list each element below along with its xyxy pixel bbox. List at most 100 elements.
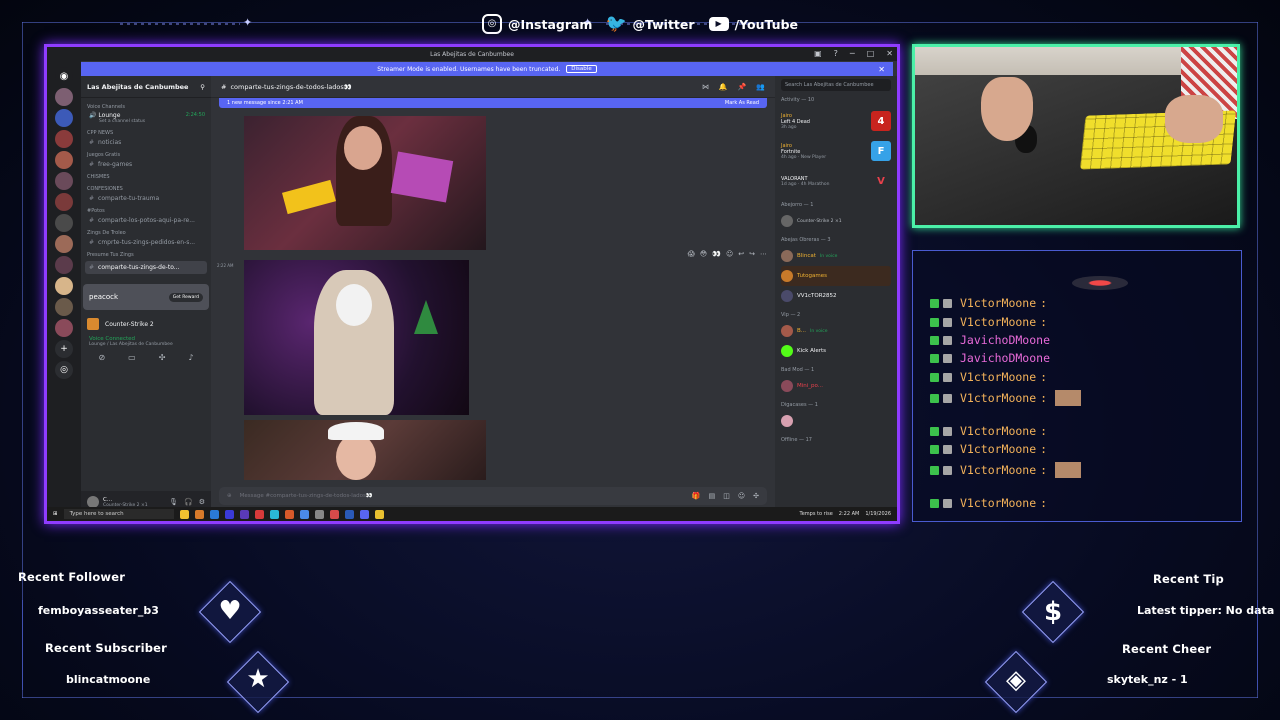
chat-username[interactable]: V1ctorMoone [960, 463, 1036, 477]
youtube-link[interactable]: ▶ /YouTube [708, 17, 798, 32]
twitter-link[interactable]: 🐦 @Twitter [606, 14, 695, 34]
channel-trauma[interactable]: # comparte-tu-trauma [81, 192, 211, 202]
gift-icon[interactable]: 🎁 [692, 492, 701, 500]
new-message-bar[interactable]: 1 new message since 2:21 AM Mark As Read [219, 98, 767, 108]
member-item[interactable] [781, 411, 891, 431]
windows-start-icon[interactable]: ⊞ [53, 511, 58, 517]
weather-text[interactable]: Temps to rise [800, 511, 833, 517]
members-icon[interactable]: 👥 [756, 83, 765, 91]
activity-card[interactable]: Jairo Fortnite 4h ago · New Player F [781, 136, 891, 166]
reaction-icon[interactable]: 😱 [688, 250, 695, 258]
chat-username[interactable]: V1ctorMoone [960, 315, 1036, 329]
forward-icon[interactable]: ↪ [749, 250, 755, 258]
sticker-icon[interactable]: ◫ [723, 492, 730, 500]
server-icon[interactable] [55, 256, 73, 274]
category-label[interactable]: #Potos [81, 202, 211, 214]
minimize-icon[interactable]: ─ [850, 49, 855, 58]
reaction-icon[interactable]: 😳 [700, 250, 707, 258]
camera-off-icon[interactable]: ⊘ [98, 353, 105, 362]
emoji-icon[interactable]: ☺ [738, 492, 745, 500]
disable-button[interactable]: Disable [566, 65, 597, 73]
screen-share-icon[interactable]: ▭ [128, 353, 136, 362]
server-icon[interactable] [55, 151, 73, 169]
voice-channel-lounge[interactable]: 🔊 Lounge 2:24:50 Set a channel status [81, 110, 211, 124]
attachment-image[interactable] [244, 116, 486, 250]
attachment-image[interactable] [244, 260, 469, 415]
member-item[interactable]: B... In voice [781, 321, 891, 341]
server-icon[interactable] [55, 214, 73, 232]
member-item[interactable]: Kick Alerts [781, 341, 891, 361]
app-icon[interactable] [314, 509, 324, 519]
server-icon[interactable] [55, 88, 73, 106]
member-item[interactable]: Mini_po... [781, 376, 891, 396]
mic-icon[interactable]: 🎙 [169, 498, 178, 506]
channel-active[interactable]: # comparte-tus-zings-de-to... [85, 261, 207, 274]
chat-username[interactable]: JavichoDMoone [960, 333, 1050, 347]
category-label[interactable]: CHISMES [81, 168, 211, 180]
discord-home-icon[interactable]: ◉ [55, 67, 73, 85]
member-item[interactable]: Blincat In voice [781, 246, 891, 266]
reaction-icon[interactable]: 👀 [712, 250, 721, 258]
headphones-icon[interactable]: 🎧 [184, 498, 193, 506]
chat-username[interactable]: V1ctorMoone [960, 424, 1036, 438]
member-item[interactable]: Tutogames [781, 266, 891, 286]
get-reward-button[interactable]: Get Reward [168, 292, 203, 302]
channel-noticias[interactable]: # noticias [81, 136, 211, 146]
explore-icon[interactable]: ◎ [55, 361, 73, 379]
clock-date[interactable]: 1/19/2026 [865, 511, 891, 517]
taskbar-search[interactable]: Type here to search [63, 509, 174, 519]
app-icon[interactable] [299, 509, 309, 519]
help-icon[interactable]: ? [834, 49, 838, 58]
add-reaction-icon[interactable]: ☺ [726, 250, 733, 258]
server-icon[interactable] [55, 298, 73, 316]
message-composer[interactable]: ⊕ Message #comparte-tus-zings-de-todos-l… [219, 487, 767, 505]
discord-taskbar-icon[interactable] [359, 509, 369, 519]
server-icon[interactable] [55, 109, 73, 127]
chat-username[interactable]: V1ctorMoone [960, 370, 1036, 384]
channel-potos[interactable]: # comparte-los-potos-aqui-pa-re... [81, 214, 211, 224]
more-icon[interactable]: ⋯ [760, 250, 767, 258]
app-icon[interactable] [269, 509, 279, 519]
maximize-icon[interactable]: □ [867, 49, 875, 58]
server-icon[interactable] [55, 277, 73, 295]
channel-free-games[interactable]: # free-games [81, 158, 211, 168]
voice-connected-panel[interactable]: Voice Connected Lounge / Las Abejitas de… [81, 334, 211, 349]
gif-icon[interactable]: ▤ [709, 492, 716, 500]
category-label[interactable]: Voice Channels [81, 98, 211, 110]
soundboard-icon[interactable]: ♪ [188, 353, 193, 362]
instagram-link[interactable]: ◎ @Instagram [481, 14, 592, 34]
activity-card[interactable]: VALORANT 1d ago · 4h Marathon V [781, 166, 891, 196]
inbox-icon[interactable]: ▣ [814, 49, 822, 58]
category-label[interactable]: Presume Tus Zings [81, 246, 211, 258]
add-member-icon[interactable]: ⚲ [200, 83, 205, 91]
app-icon[interactable] [224, 509, 234, 519]
attachment-image[interactable] [244, 420, 486, 480]
close-icon[interactable]: ✕ [886, 49, 893, 58]
app-icon[interactable] [284, 509, 294, 519]
app-icon[interactable] [344, 509, 354, 519]
upload-icon[interactable]: ⊕ [227, 493, 232, 499]
pin-icon[interactable]: 📌 [738, 83, 747, 91]
server-icon[interactable] [55, 235, 73, 253]
gear-icon[interactable]: ⚙ [199, 498, 205, 506]
server-icon[interactable] [55, 130, 73, 148]
server-header[interactable]: Las Abejitas de Canbumbee ⚲ [81, 76, 211, 98]
search-input[interactable]: Search Las Abejitas de Canbumbee [781, 79, 891, 91]
category-label[interactable]: Juegos Gratis [81, 146, 211, 158]
server-icon[interactable] [55, 172, 73, 190]
promo-banner[interactable]: peacock Get Reward [83, 284, 209, 310]
close-banner-icon[interactable]: ✕ [878, 65, 885, 74]
app-icon[interactable] [194, 509, 204, 519]
chat-username[interactable]: V1ctorMoone [960, 442, 1036, 456]
threads-icon[interactable]: ⋈ [702, 83, 709, 91]
now-playing[interactable]: Counter-Strike 2 [81, 314, 211, 334]
activity-card[interactable]: Jairo Left 4 Dead 3h ago 4 [781, 106, 891, 136]
chat-username[interactable]: JavichoDMoone [960, 351, 1050, 365]
category-label[interactable]: CONFESIONES [81, 180, 211, 192]
chat-username[interactable]: V1ctorMoone [960, 296, 1036, 310]
app-icon[interactable] [254, 509, 264, 519]
chat-username[interactable]: V1ctorMoone [960, 496, 1036, 510]
add-server-icon[interactable]: + [55, 340, 73, 358]
clock-time[interactable]: 2:22 AM [839, 511, 860, 517]
server-icon[interactable] [55, 193, 73, 211]
